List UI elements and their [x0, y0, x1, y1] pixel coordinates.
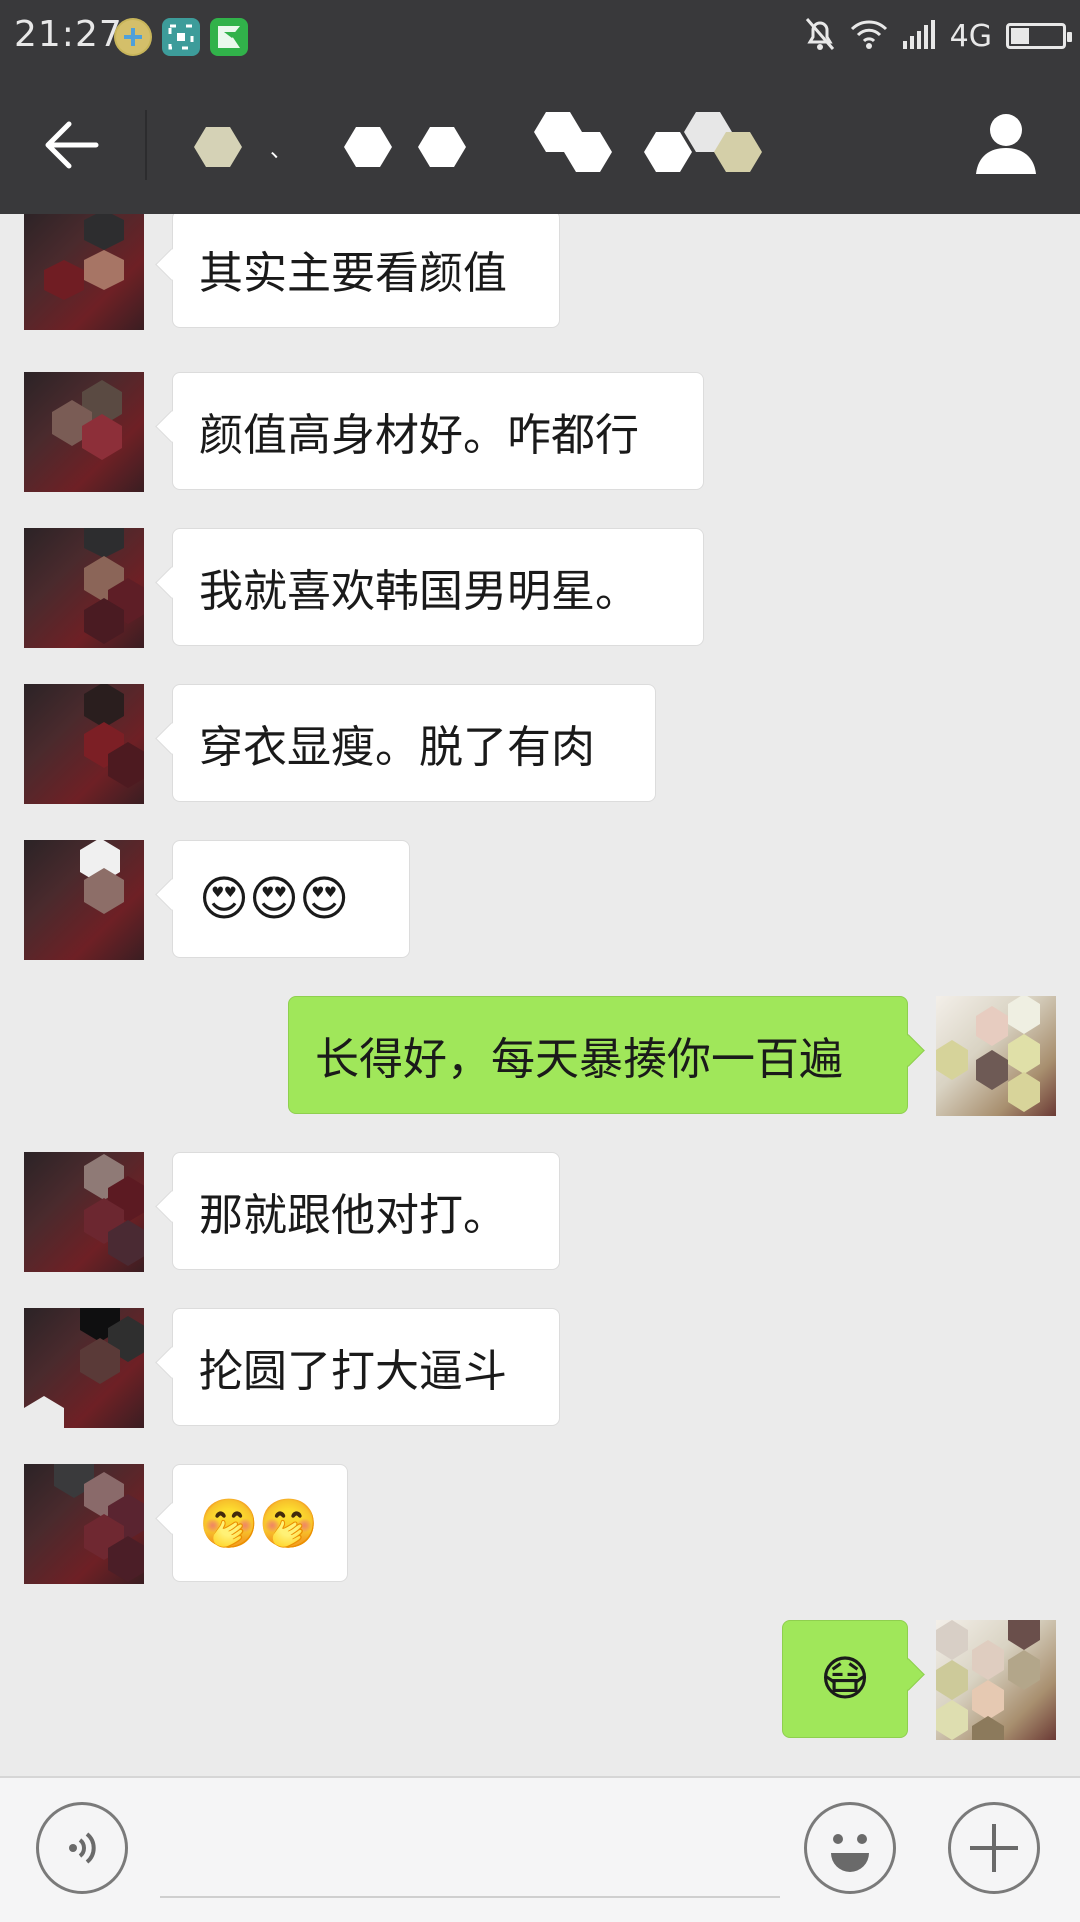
message-bubble[interactable]: 🤭🤭	[172, 1464, 348, 1582]
back-button[interactable]	[36, 110, 106, 180]
avatar[interactable]	[24, 684, 144, 804]
person-icon	[976, 114, 1036, 174]
message-bubble[interactable]: 那就跟他对打。	[172, 1152, 560, 1270]
status-icons: 4G	[804, 14, 1072, 58]
network-type: 4G	[949, 18, 992, 54]
message-bubble[interactable]: 抡圆了打大逼斗	[172, 1308, 560, 1426]
avatar[interactable]	[24, 840, 144, 960]
message-input[interactable]	[160, 1896, 780, 1898]
message-bubble[interactable]: 穿衣显瘦。脱了有肉	[172, 684, 656, 802]
plus-icon	[970, 1824, 1018, 1872]
input-bar	[0, 1776, 1080, 1922]
emoji-hand-over-mouth: 🤭🤭	[199, 1495, 319, 1552]
signal-icon	[902, 19, 936, 53]
message-bubble[interactable]: 我就喜欢韩国男明星。	[172, 528, 704, 646]
message-list[interactable]: 其实主要看颜值 颜值高身材好。咋都行 我就喜欢韩国男明星。 穿衣显瘦。脱了有肉 …	[0, 214, 1080, 1776]
smiley-icon	[831, 1834, 869, 1872]
emoji-mask: 😷	[819, 1651, 871, 1707]
message-bubble-own[interactable]: 长得好，每天暴揍你一百遍	[288, 996, 908, 1114]
own-avatar[interactable]	[936, 1620, 1056, 1740]
app-green-flag-icon	[210, 18, 248, 56]
avatar[interactable]	[24, 214, 144, 330]
emoji-button[interactable]	[804, 1802, 896, 1894]
avatar[interactable]	[24, 372, 144, 492]
avatar[interactable]	[24, 1464, 144, 1584]
avatar[interactable]	[24, 1152, 144, 1272]
emoji-heart-eyes: 😍😍😍	[199, 871, 350, 927]
title-divider	[145, 110, 147, 180]
chat-title: 、	[270, 138, 293, 163]
own-avatar[interactable]	[936, 996, 1056, 1116]
message-bubble[interactable]: 颜值高身材好。咋都行	[172, 372, 704, 490]
message-text: 那就跟他对打。	[199, 1190, 507, 1241]
mute-bell-icon	[804, 16, 836, 56]
voice-button[interactable]	[36, 1802, 128, 1894]
wifi-icon	[850, 18, 888, 54]
message-bubble[interactable]: 😍😍😍	[172, 840, 410, 958]
message-text: 长得好，每天暴揍你一百遍	[315, 1034, 843, 1085]
avatar[interactable]	[24, 1308, 144, 1428]
app-scan-icon	[162, 18, 200, 56]
avatar[interactable]	[24, 528, 144, 648]
more-button[interactable]	[948, 1802, 1040, 1894]
message-bubble-own[interactable]: 😷	[782, 1620, 908, 1738]
message-text: 我就喜欢韩国男明星。	[199, 566, 639, 617]
message-bubble[interactable]: 其实主要看颜值	[172, 214, 560, 328]
arrow-left-icon	[45, 121, 99, 169]
message-text: 抡圆了打大逼斗	[199, 1346, 507, 1397]
status-bar: 21:27 4G	[0, 0, 1080, 72]
battery-icon	[1006, 23, 1072, 49]
battery-fill	[1011, 28, 1029, 44]
profile-button[interactable]	[970, 108, 1042, 180]
voice-icon	[69, 1832, 96, 1864]
app-green-plus-icon	[114, 18, 152, 56]
message-text: 其实主要看颜值	[199, 248, 507, 299]
message-text: 穿衣显瘦。脱了有肉	[199, 722, 595, 773]
message-text: 颜值高身材好。咋都行	[199, 410, 639, 461]
title-bar: 、	[0, 72, 1080, 214]
status-time: 21:27	[14, 14, 123, 55]
